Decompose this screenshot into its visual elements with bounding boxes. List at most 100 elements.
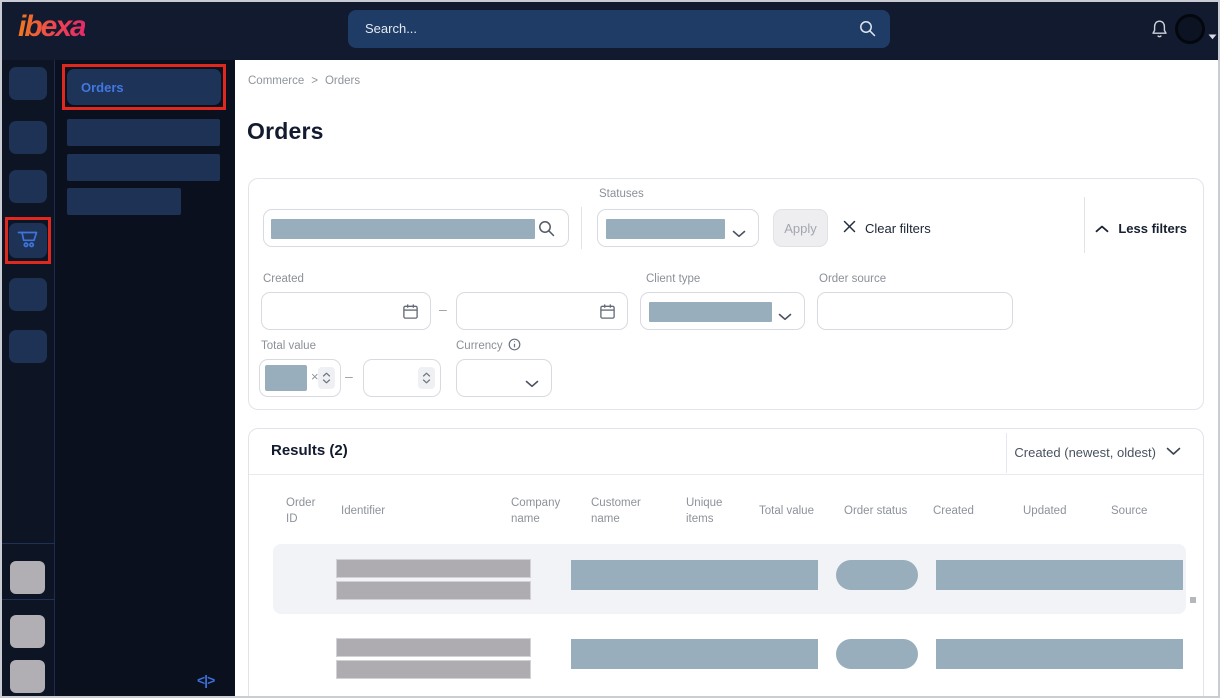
column-header-customer-name: Customer name xyxy=(591,496,641,525)
rail-divider xyxy=(0,543,55,544)
rail-tile-3[interactable] xyxy=(9,170,47,203)
info-icon[interactable] xyxy=(508,338,521,354)
sidebar-item-placeholder-3[interactable] xyxy=(67,188,181,215)
chevron-down-icon xyxy=(732,225,746,243)
rail-tile-1[interactable] xyxy=(9,67,47,100)
number-stepper[interactable] xyxy=(418,367,435,389)
search-value-placeholder xyxy=(271,219,535,239)
total-value-label: Total value xyxy=(261,340,316,352)
rail-bottom-tile-2[interactable] xyxy=(10,615,45,648)
search-icon xyxy=(859,20,876,42)
table-row[interactable] xyxy=(273,623,1186,693)
column-header-unique-items: Unique items xyxy=(686,496,723,525)
dates-placeholder-bar xyxy=(936,639,1183,669)
sort-divider xyxy=(1006,433,1007,473)
less-filters-label: Less filters xyxy=(1118,220,1187,236)
table-row[interactable] xyxy=(273,544,1186,614)
close-icon xyxy=(843,220,856,236)
client-type-value-placeholder xyxy=(649,302,772,322)
sort-label: Created (newest, oldest) xyxy=(1014,444,1156,460)
column-header-updated: Updated xyxy=(1023,504,1067,517)
filter-divider xyxy=(581,207,582,249)
sidebar-item-orders-label: Orders xyxy=(81,79,124,95)
results-panel: Results (2) Created (newest, oldest) Ord… xyxy=(248,428,1204,698)
column-header-total-value: Total value xyxy=(759,504,814,517)
statuses-label: Statuses xyxy=(599,188,644,200)
chevron-down-icon xyxy=(778,308,792,326)
user-menu[interactable] xyxy=(1175,13,1219,47)
customer-placeholder-bar xyxy=(571,639,818,669)
currency-dropdown[interactable] xyxy=(456,359,552,397)
client-type-label: Client type xyxy=(646,273,701,285)
annotation-box-commerce xyxy=(5,217,51,264)
sort-dropdown[interactable]: Created (newest, oldest) xyxy=(1014,429,1181,475)
number-stepper[interactable] xyxy=(318,367,335,389)
icon-rail xyxy=(0,60,55,698)
rail-bottom-tile-3[interactable] xyxy=(10,660,45,693)
dates-placeholder-bar xyxy=(936,560,1183,590)
column-header-created: Created xyxy=(933,504,974,517)
results-title: Results (2) xyxy=(271,442,348,459)
range-dash: – xyxy=(439,301,447,317)
statuses-value-placeholder xyxy=(606,219,725,239)
global-search-input[interactable]: Search... xyxy=(348,10,890,48)
rail-tile-6[interactable] xyxy=(9,330,47,363)
results-header-divider xyxy=(249,474,1203,475)
filter-divider xyxy=(1084,197,1085,253)
chevron-down-icon xyxy=(525,375,539,393)
notifications-bell-icon[interactable] xyxy=(1150,19,1169,45)
order-status-badge xyxy=(836,639,918,669)
clear-filters-label: Clear filters xyxy=(865,220,931,236)
total-value-min-input[interactable]: × xyxy=(259,359,341,397)
topbar: ibexa Search... xyxy=(0,0,1220,60)
breadcrumb: Commerce > Orders xyxy=(248,75,360,87)
rail-divider xyxy=(0,599,55,600)
total-value-min-placeholder xyxy=(265,365,307,391)
rail-bottom-tile-1[interactable] xyxy=(10,561,45,594)
created-from-date-input[interactable] xyxy=(261,292,431,330)
secondary-sidebar: Orders <|> xyxy=(55,60,235,698)
rail-tile-2[interactable] xyxy=(9,121,47,154)
identifier-placeholder-line2 xyxy=(336,581,531,600)
client-type-dropdown[interactable] xyxy=(640,292,805,330)
main-content: Commerce > Orders Orders Statuses Apply xyxy=(235,60,1220,698)
column-header-company-name: Company name xyxy=(511,496,561,525)
order-source-label: Order source xyxy=(819,273,887,285)
sidebar-item-orders[interactable]: Orders xyxy=(67,69,221,105)
rail-tile-commerce[interactable] xyxy=(9,223,47,258)
identifier-placeholder-line1 xyxy=(336,559,531,578)
filters-panel: Statuses Apply Clear filters Less filter xyxy=(248,178,1204,410)
annotation-box-orders: Orders xyxy=(62,64,226,110)
cart-icon xyxy=(16,228,40,254)
customer-placeholder-bar xyxy=(571,560,818,590)
column-header-order-id: Order ID xyxy=(286,496,316,525)
chevron-down-icon xyxy=(1208,27,1217,45)
currency-label: Currency xyxy=(456,338,521,354)
rail-tile-5[interactable] xyxy=(9,278,47,311)
panel-resize-handle[interactable]: <|> xyxy=(197,672,215,688)
identifier-placeholder-line1 xyxy=(336,638,531,657)
apply-button[interactable]: Apply xyxy=(773,209,828,247)
global-search-placeholder: Search... xyxy=(365,21,418,36)
column-header-source: Source xyxy=(1111,504,1148,517)
page-title: Orders xyxy=(247,118,324,144)
total-value-max-input[interactable] xyxy=(363,359,441,397)
breadcrumb-orders: Orders xyxy=(324,75,361,87)
sidebar-item-placeholder-2[interactable] xyxy=(67,154,220,181)
order-source-input[interactable] xyxy=(817,292,1013,330)
column-header-order-status: Order status xyxy=(844,504,908,517)
less-filters-toggle[interactable]: Less filters xyxy=(1095,209,1187,247)
calendar-icon xyxy=(402,303,419,325)
ibexa-logo[interactable]: ibexa xyxy=(18,10,87,44)
breadcrumb-separator: > xyxy=(311,75,318,87)
sidebar-item-placeholder-1[interactable] xyxy=(67,119,220,146)
chevron-down-icon xyxy=(1166,443,1181,461)
filter-search-input[interactable] xyxy=(263,209,569,247)
created-to-date-input[interactable] xyxy=(456,292,628,330)
created-label: Created xyxy=(263,273,304,285)
breadcrumb-commerce[interactable]: Commerce xyxy=(248,75,304,87)
clear-filters-button[interactable]: Clear filters xyxy=(843,209,931,247)
chevron-up-icon xyxy=(1095,221,1109,236)
column-header-identifier: Identifier xyxy=(341,504,386,517)
statuses-dropdown[interactable] xyxy=(597,209,759,247)
